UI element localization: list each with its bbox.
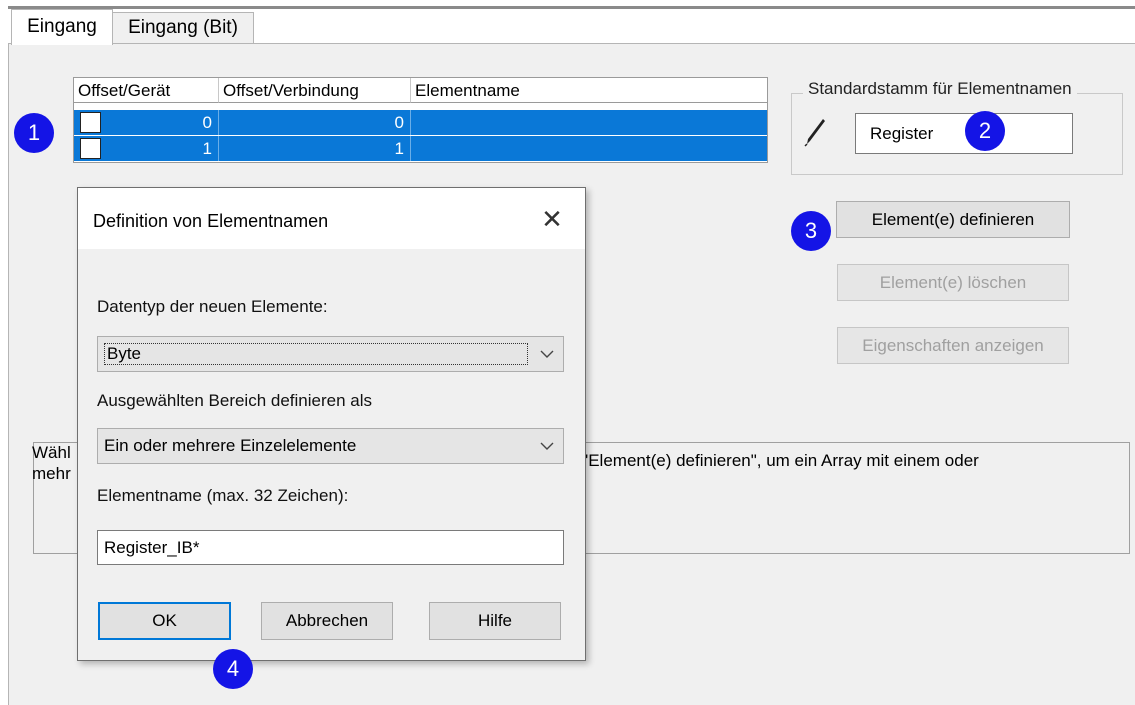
define-elements-button[interactable]: Element(e) definieren [836, 201, 1070, 238]
description-text-right: e "Element(e) definieren", um ein Array … [568, 451, 979, 470]
chevron-down-icon [540, 442, 554, 450]
element-table: Offset/Gerät Offset/Verbindung Elementna… [73, 77, 768, 163]
description-text-left: Wähl mehr [32, 443, 71, 483]
ok-button[interactable]: OK [98, 602, 231, 640]
column-header-element-name[interactable]: Elementname [411, 78, 767, 103]
callout-badge-2: 2 [965, 111, 1005, 151]
show-properties-button[interactable]: Eigenschaften anzeigen [837, 327, 1069, 364]
element-name-label: Elementname (max. 32 Zeichen): [97, 486, 349, 505]
close-icon[interactable]: ✕ [538, 205, 566, 233]
name-stem-input[interactable]: Register [855, 113, 1073, 154]
column-header-offset-connection[interactable]: Offset/Verbindung [219, 78, 411, 103]
cell-offset-device: 1 [74, 136, 219, 161]
pencil-icon [803, 117, 827, 147]
callout-badge-3: 3 [791, 211, 831, 251]
cell-offset-connection: 0 [219, 110, 411, 135]
define-names-dialog [77, 187, 586, 661]
callout-badge-1: 1 [14, 113, 54, 153]
element-name-input[interactable]: Register_IB* [97, 530, 564, 565]
range-select[interactable]: Ein oder mehrere Einzelelemente [97, 428, 564, 464]
dialog-title: Definition von Elementnamen [93, 211, 329, 231]
chevron-down-icon [540, 350, 554, 358]
cell-offset-device: 0 [74, 110, 219, 135]
groupbox-title: Standardstamm für Elementnamen [803, 78, 1077, 100]
tab-eingang-bit[interactable]: Eingang (Bit) [112, 12, 254, 44]
cell-offset-connection: 1 [219, 136, 411, 161]
table-row[interactable]: 0 0 [74, 110, 767, 135]
help-button[interactable]: Hilfe [429, 602, 561, 640]
range-value: Ein oder mehrere Einzelelemente [104, 436, 357, 455]
table-row[interactable]: 1 1 [74, 136, 767, 161]
datatype-value: Byte [104, 343, 528, 365]
cell-element-name[interactable] [411, 136, 767, 161]
range-label: Ausgewählten Bereich definieren als [97, 391, 373, 410]
callout-badge-4: 4 [213, 649, 253, 689]
top-border [8, 6, 1135, 9]
tab-eingang[interactable]: Eingang [11, 9, 113, 45]
column-header-offset-device[interactable]: Offset/Gerät [74, 78, 219, 103]
delete-elements-button[interactable]: Element(e) löschen [837, 264, 1069, 301]
datatype-label: Datentyp der neuen Elemente: [97, 297, 328, 316]
cell-element-name[interactable] [411, 110, 767, 135]
datatype-select[interactable]: Byte [97, 336, 564, 372]
cancel-button[interactable]: Abbrechen [261, 602, 393, 640]
